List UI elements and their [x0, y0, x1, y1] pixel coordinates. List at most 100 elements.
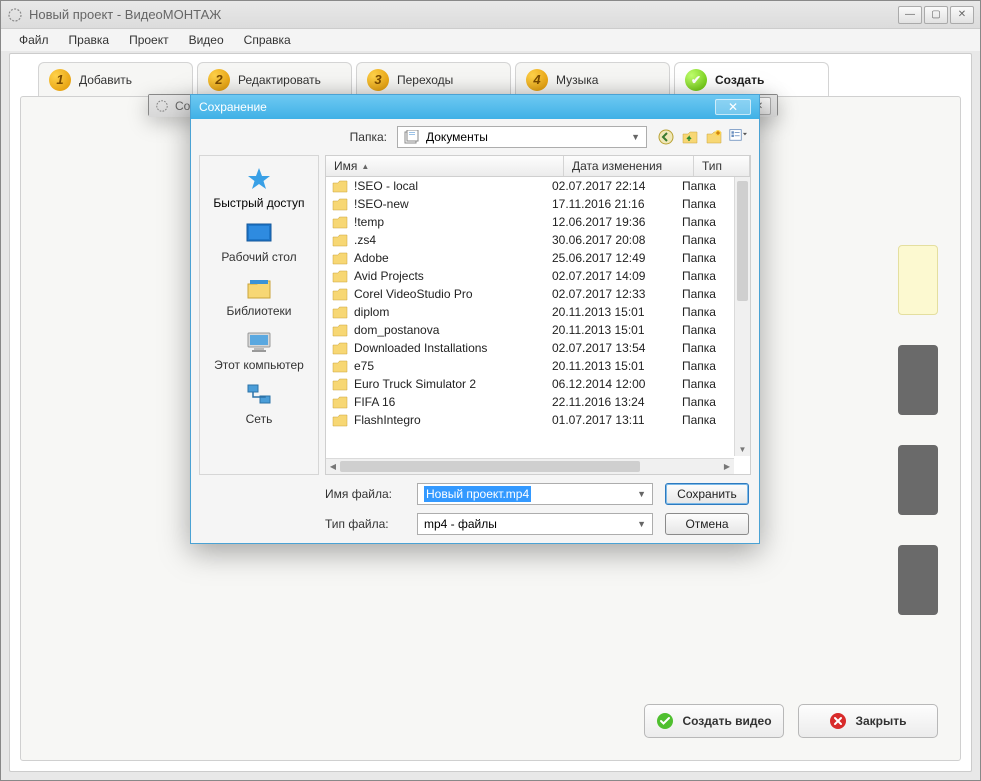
file-row[interactable]: Avid Projects02.07.2017 14:09Папка: [326, 267, 734, 285]
view-mode-icon[interactable]: [729, 128, 747, 146]
place-network[interactable]: Сеть: [204, 378, 314, 430]
column-date[interactable]: Дата изменения: [564, 156, 694, 176]
file-row[interactable]: diplom20.11.2013 15:01Папка: [326, 303, 734, 321]
file-name: diplom: [354, 305, 552, 319]
folder-dropdown[interactable]: Документы ▼: [397, 126, 647, 148]
tabs: 1 Добавить 2Редактировать 3Переходы 4 Музы…: [10, 54, 971, 96]
up-folder-icon[interactable]: [681, 128, 699, 146]
file-date: 22.11.2016 13:24: [552, 395, 682, 409]
file-row[interactable]: !temp12.06.2017 19:36Папка: [326, 213, 734, 231]
file-row[interactable]: e7520.11.2013 15:01Папка: [326, 357, 734, 375]
dialog-close-button[interactable]: ✕: [715, 99, 751, 115]
button-label: Создать видео: [682, 714, 771, 728]
file-row[interactable]: !SEO - local02.07.2017 22:14Папка: [326, 177, 734, 195]
folder-icon: [332, 197, 348, 211]
close-wizard-button[interactable]: Закрыть: [798, 704, 938, 738]
tab-label: Музыка: [556, 73, 598, 87]
column-headers: Имя▲ Дата изменения Тип: [325, 155, 751, 177]
close-button[interactable]: ✕: [950, 6, 974, 24]
folder-value: Документы: [426, 130, 488, 144]
scrollbar-thumb[interactable]: [737, 181, 748, 301]
tab-transitions[interactable]: 3Переходы: [356, 62, 511, 96]
file-type: Папка: [682, 233, 728, 247]
tab-music[interactable]: 4 Музыка: [515, 62, 670, 96]
sub-dialog-title: Со: [175, 99, 190, 113]
folder-icon: [332, 359, 348, 373]
horizontal-scrollbar[interactable]: ◀ ▶: [326, 458, 734, 474]
file-name: !SEO-new: [354, 197, 552, 211]
new-folder-icon[interactable]: [705, 128, 723, 146]
place-quick-access[interactable]: Быстрый доступ: [204, 162, 314, 214]
file-row[interactable]: .zs430.06.2017 20:08Папка: [326, 231, 734, 249]
menu-edit[interactable]: Правка: [61, 31, 118, 49]
place-desktop[interactable]: Рабочий стол: [204, 216, 314, 268]
file-name: e75: [354, 359, 552, 373]
file-row[interactable]: Downloaded Installations02.07.2017 13:54…: [326, 339, 734, 357]
file-row[interactable]: Adobe25.06.2017 12:49Папка: [326, 249, 734, 267]
menu-video[interactable]: Видео: [181, 31, 232, 49]
place-label: Быстрый доступ: [206, 196, 312, 210]
documents-icon: [404, 130, 420, 144]
scroll-right-arrow[interactable]: ▶: [720, 459, 734, 474]
chevron-down-icon[interactable]: ▼: [637, 489, 646, 499]
file-row[interactable]: dom_postanova20.11.2013 15:01Папка: [326, 321, 734, 339]
back-icon[interactable]: [657, 128, 675, 146]
tab-num-icon: [685, 69, 707, 91]
tab-num-icon: 1: [49, 69, 71, 91]
folder-icon: [332, 179, 348, 193]
file-type: Папка: [682, 377, 728, 391]
file-row[interactable]: Corel VideoStudio Pro02.07.2017 12:33Пап…: [326, 285, 734, 303]
folder-icon: [332, 269, 348, 283]
window-title: Новый проект - ВидеоМОНТАЖ: [29, 7, 898, 22]
tab-create[interactable]: Создать: [674, 62, 829, 96]
filename-input[interactable]: Новый проект.mp4 ▼: [417, 483, 653, 505]
file-type: Папка: [682, 395, 728, 409]
scrollbar-thumb[interactable]: [340, 461, 640, 472]
close-red-icon: [829, 712, 847, 730]
file-date: 20.11.2013 15:01: [552, 359, 682, 373]
place-label: Рабочий стол: [206, 250, 312, 264]
create-video-button[interactable]: Создать видео: [644, 704, 784, 738]
file-type: Папка: [682, 305, 728, 319]
chevron-down-icon: ▼: [631, 132, 640, 142]
maximize-button[interactable]: ▢: [924, 6, 948, 24]
tab-label: Добавить: [79, 73, 132, 87]
menu-help[interactable]: Справка: [236, 31, 299, 49]
file-row[interactable]: FlashIntegro01.07.2017 13:11Папка: [326, 411, 734, 429]
file-row[interactable]: !SEO-new17.11.2016 21:16Папка: [326, 195, 734, 213]
filename-value: Новый проект.mp4: [424, 486, 531, 502]
save-dialog: Сохранение ✕ Папка: Документы ▼ Быстрый …: [190, 94, 760, 544]
scroll-left-arrow[interactable]: ◀: [326, 459, 340, 474]
column-name[interactable]: Имя▲: [326, 156, 564, 176]
file-name: !SEO - local: [354, 179, 552, 193]
menu-project[interactable]: Проект: [121, 31, 177, 49]
file-row[interactable]: FIFA 1622.11.2016 13:24Папка: [326, 393, 734, 411]
file-type: Папка: [682, 359, 728, 373]
place-computer[interactable]: Этот компьютер: [204, 324, 314, 376]
file-date: 17.11.2016 21:16: [552, 197, 682, 211]
menu-file[interactable]: Файл: [11, 31, 57, 49]
scroll-down-arrow[interactable]: ▼: [735, 442, 750, 456]
file-date: 01.07.2017 13:11: [552, 413, 682, 427]
file-row[interactable]: Euro Truck Simulator 206.12.2014 12:00Па…: [326, 375, 734, 393]
vertical-scrollbar[interactable]: ▲ ▼: [734, 177, 750, 456]
save-dialog-titlebar: Сохранение ✕: [191, 95, 759, 119]
save-button[interactable]: Сохранить: [665, 483, 749, 505]
tab-add[interactable]: 1 Добавить: [38, 62, 193, 96]
file-type: Папка: [682, 251, 728, 265]
file-date: 20.11.2013 15:01: [552, 305, 682, 319]
column-type[interactable]: Тип: [694, 156, 750, 176]
file-name: Corel VideoStudio Pro: [354, 287, 552, 301]
tab-edit[interactable]: 2Редактировать: [197, 62, 352, 96]
folder-icon: [332, 251, 348, 265]
tab-num-icon: 4: [526, 69, 548, 91]
menubar: Файл Правка Проект Видео Справка: [1, 29, 980, 51]
filetype-dropdown[interactable]: mp4 - файлы ▼: [417, 513, 653, 535]
minimize-button[interactable]: —: [898, 6, 922, 24]
chevron-down-icon[interactable]: ▼: [637, 519, 646, 529]
cancel-button[interactable]: Отмена: [665, 513, 749, 535]
place-label: Сеть: [206, 412, 312, 426]
file-list: !SEO - local02.07.2017 22:14Папка!SEO-ne…: [325, 177, 751, 475]
file-type: Папка: [682, 269, 728, 283]
place-libraries[interactable]: Библиотеки: [204, 270, 314, 322]
